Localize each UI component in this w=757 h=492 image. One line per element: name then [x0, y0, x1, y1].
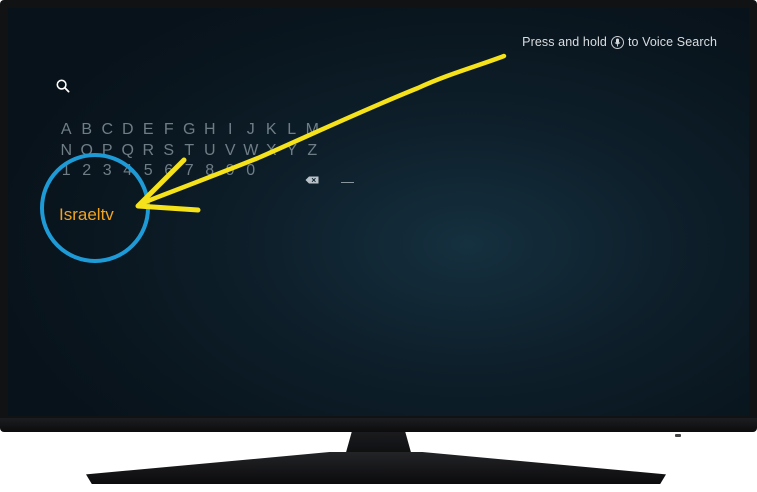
- tv-stand-base: [86, 452, 666, 484]
- pointer-arrow-shaft: [137, 53, 507, 207]
- tv-screen: Press and hold to Voice Search A B C D E: [8, 8, 749, 416]
- tv-frame: Press and hold to Voice Search A B C D E: [0, 0, 757, 437]
- power-led: [675, 434, 681, 437]
- tv-bezel: [0, 418, 757, 432]
- highlight-circle: [40, 153, 150, 263]
- annotation-overlay: [40, 53, 507, 263]
